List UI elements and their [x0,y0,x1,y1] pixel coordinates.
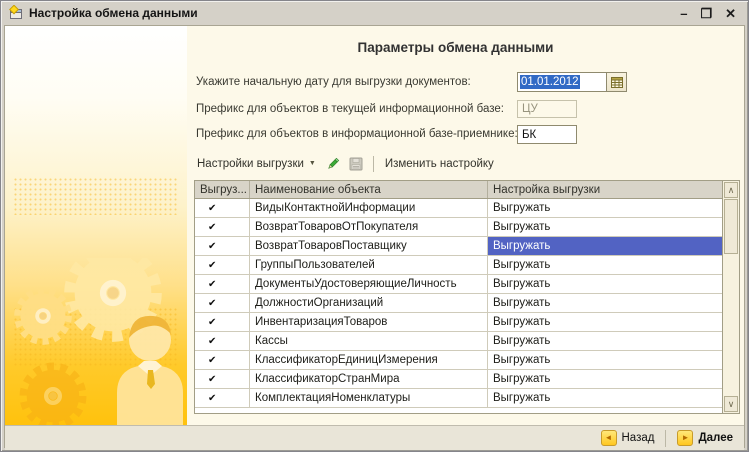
table-row[interactable]: ✔ ДолжностиОрганизаций Выгружать [195,294,722,313]
minimize-button[interactable]: – [680,7,687,20]
row-object-name[interactable]: КлассификаторСтранМира [250,370,488,388]
back-button[interactable]: ◄ Назад [598,429,658,447]
footer-separator [665,430,666,447]
row-object-name[interactable]: КомплектацияНоменклатуры [250,389,488,407]
titlebar: Настройка обмена данными – ❐ ✕ [1,1,748,25]
objects-table-body: ✔ ВидыКонтактнойИнформации Выгружать ✔ В… [195,199,722,408]
export-settings-dropdown-label: Настройки выгрузки [197,158,304,170]
change-setting-button[interactable]: Изменить настройку [383,156,496,172]
decorative-panel [5,26,187,425]
footer-bar: ◄ Назад ► Далее [5,425,744,450]
maximize-button[interactable]: ❐ [700,7,712,20]
row-setting[interactable]: Выгружать [488,351,722,369]
table-row[interactable]: ✔ ДокументыУдостоверяющиеЛичность Выгруж… [195,275,722,294]
row-check[interactable]: ✔ [195,389,250,407]
row-check[interactable]: ✔ [195,313,250,331]
start-date-label: Укажите начальную дату для выгрузки доку… [196,76,471,88]
row-check[interactable]: ✔ [195,351,250,369]
close-button[interactable]: ✕ [725,7,736,20]
row-object-name[interactable]: ВозвратТоваровОтПокупателя [250,218,488,236]
objects-table: Выгруз... Наименование объекта Настройка… [194,180,740,414]
arrow-left-icon: ◄ [601,430,617,446]
table-row[interactable]: ✔ ИнвентаризацияТоваров Выгружать [195,313,722,332]
scroll-up-button[interactable]: ∧ [724,182,738,198]
prefix-current-field: ЦУ [517,100,577,118]
start-date-value[interactable]: 01.01.2012 [518,73,606,91]
column-header-export-setting[interactable]: Настройка выгрузки [488,181,722,198]
row-object-name[interactable]: ДолжностиОрганизаций [250,294,488,312]
next-button[interactable]: ► Далее [674,429,736,447]
table-row[interactable]: ✔ ГруппыПользователей Выгружать [195,256,722,275]
calendar-button[interactable] [606,73,626,91]
scroll-down-button[interactable]: ∨ [724,396,738,412]
save-button-disabled [348,156,364,172]
row-setting[interactable]: Выгружать [488,199,722,217]
back-button-label: Назад [622,432,655,444]
table-row[interactable]: ✔ КлассификаторСтранМира Выгружать [195,370,722,389]
table-row[interactable]: ✔ ВозвратТоваровПоставщику Выгружать [195,237,722,256]
row-check[interactable]: ✔ [195,332,250,350]
table-row[interactable]: ✔ КомплектацияНоменклатуры Выгружать [195,389,722,408]
table-row[interactable]: ✔ КлассификаторЕдиницИзмерения Выгружать [195,351,722,370]
prefix-current-label: Префикс для объектов в текущей информаци… [196,103,504,115]
row-object-name[interactable]: КлассификаторЕдиницИзмерения [250,351,488,369]
table-row[interactable]: ✔ ВидыКонтактнойИнформации Выгружать [195,199,722,218]
table-header: Выгруз... Наименование объекта Настройка… [195,181,722,199]
row-object-name[interactable]: ВозвратТоваровПоставщику [250,237,488,255]
page-title: Параметры обмена данными [187,40,724,55]
row-setting[interactable]: Выгружать [488,370,722,388]
start-date-field[interactable]: 01.01.2012 [517,72,627,92]
prefix-target-label: Префикс для объектов в информационной ба… [196,128,518,140]
row-setting[interactable]: Выгружать [488,218,722,236]
calendar-icon [611,76,623,88]
next-button-label: Далее [698,432,733,444]
row-check[interactable]: ✔ [195,237,250,255]
row-setting[interactable]: Выгружать [488,313,722,331]
column-header-export[interactable]: Выгруз... [195,181,250,198]
content-area: Параметры обмена данными Укажите начальн… [187,26,744,425]
edit-button[interactable] [325,156,341,172]
row-check[interactable]: ✔ [195,199,250,217]
row-setting[interactable]: Выгружать [488,294,722,312]
row-setting[interactable]: Выгружать [488,332,722,350]
table-row[interactable]: ✔ Кассы Выгружать [195,332,722,351]
table-toolbar: Настройки выгрузки ▼ [195,153,496,174]
row-check[interactable]: ✔ [195,370,250,388]
dots-texture [13,177,179,215]
row-check[interactable]: ✔ [195,294,250,312]
table-row[interactable]: ✔ ВозвратТоваровОтПокупателя Выгружать [195,218,722,237]
row-object-name[interactable]: ДокументыУдостоверяющиеЛичность [250,275,488,293]
dialog-body: Параметры обмена данными Укажите начальн… [4,25,745,448]
gears-person-illustration [5,258,187,425]
pencil-icon [326,157,340,171]
floppy-disk-icon [349,157,363,171]
row-setting[interactable]: Выгружать [488,389,722,407]
window-title: Настройка обмена данными [29,6,680,20]
arrow-right-icon: ► [677,430,693,446]
row-object-name[interactable]: Кассы [250,332,488,350]
chevron-down-icon: ▼ [309,160,316,167]
row-check[interactable]: ✔ [195,218,250,236]
scrollbar-thumb[interactable] [724,199,738,254]
prefix-target-field[interactable]: БК [517,125,577,144]
dialog-window: Настройка обмена данными – ❐ ✕ [0,0,749,452]
row-setting[interactable]: Выгружать [488,275,722,293]
export-settings-dropdown[interactable]: Настройки выгрузки ▼ [195,156,318,172]
vertical-scrollbar[interactable]: ∧ ∨ [722,181,739,413]
row-object-name[interactable]: ИнвентаризацияТоваров [250,313,488,331]
row-check[interactable]: ✔ [195,256,250,274]
row-object-name[interactable]: ГруппыПользователей [250,256,488,274]
toolbar-separator [373,156,374,172]
row-setting[interactable]: Выгружать [488,256,722,274]
column-header-object-name[interactable]: Наименование объекта [250,181,488,198]
window-icon [8,5,24,21]
row-object-name[interactable]: ВидыКонтактнойИнформации [250,199,488,217]
row-setting[interactable]: Выгружать [488,237,722,255]
row-check[interactable]: ✔ [195,275,250,293]
